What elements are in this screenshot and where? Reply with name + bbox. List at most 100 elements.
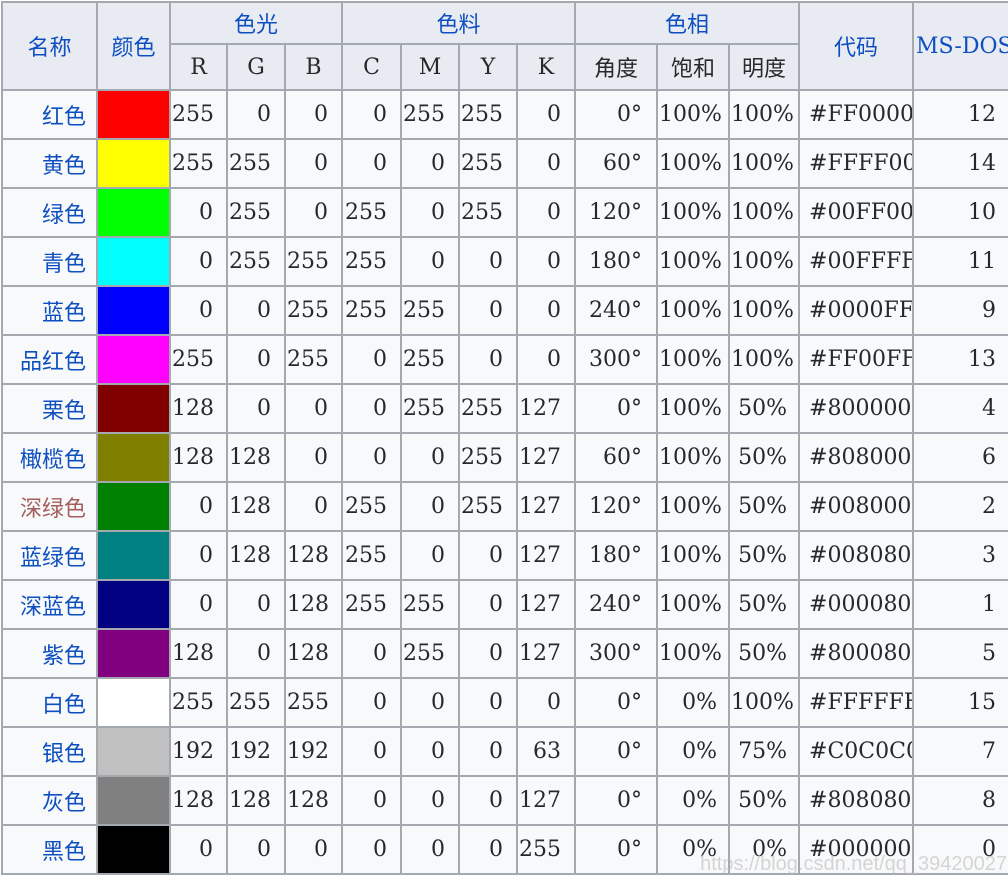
- color-name-link[interactable]: 栗色: [2, 384, 97, 433]
- color-name-link[interactable]: 银色: [2, 727, 97, 776]
- hex-code-value: #FF00FF: [799, 335, 913, 384]
- color-swatch: [97, 580, 170, 629]
- lightness-value: 100%: [729, 678, 799, 727]
- hue-angle-value: 240°: [575, 286, 657, 335]
- color-swatch: [97, 286, 170, 335]
- header-color[interactable]: 颜色: [97, 2, 170, 90]
- table-row: 红色25500025525500°100%100%#FF000012: [2, 90, 1008, 139]
- m-value: 255: [401, 384, 459, 433]
- header-name[interactable]: 名称: [2, 2, 97, 90]
- m-value: 0: [401, 433, 459, 482]
- c-value: 0: [342, 139, 401, 188]
- header-code[interactable]: 代码: [799, 2, 913, 90]
- saturation-value: 0%: [657, 776, 729, 825]
- b-value: 128: [285, 531, 342, 580]
- color-swatch: [97, 629, 170, 678]
- g-value: 255: [227, 139, 285, 188]
- g-value: 255: [227, 188, 285, 237]
- c-value: 0: [342, 384, 401, 433]
- color-name-link[interactable]: 橄榄色: [2, 433, 97, 482]
- y-value: 0: [459, 727, 517, 776]
- color-swatch: [97, 335, 170, 384]
- b-value: 255: [285, 286, 342, 335]
- color-name-link[interactable]: 紫色: [2, 629, 97, 678]
- g-value: 0: [227, 286, 285, 335]
- b-value: 255: [285, 335, 342, 384]
- r-value: 0: [170, 825, 227, 874]
- r-value: 128: [170, 384, 227, 433]
- header-hue-group[interactable]: 色相: [575, 2, 799, 44]
- color-swatch: [97, 188, 170, 237]
- table-row: 蓝色0025525525500240°100%100%#0000FF9: [2, 286, 1008, 335]
- k-value: 0: [517, 286, 575, 335]
- color-name-link[interactable]: 白色: [2, 678, 97, 727]
- c-value: 255: [342, 482, 401, 531]
- color-name-link[interactable]: 蓝绿色: [2, 531, 97, 580]
- table-row: 深蓝色001282552550127240°100%50%#0000801: [2, 580, 1008, 629]
- hue-angle-value: 300°: [575, 335, 657, 384]
- b-value: 0: [285, 825, 342, 874]
- b-value: 255: [285, 237, 342, 286]
- m-value: 0: [401, 727, 459, 776]
- hue-angle-value: 0°: [575, 90, 657, 139]
- hue-angle-value: 300°: [575, 629, 657, 678]
- lightness-value: 75%: [729, 727, 799, 776]
- c-value: 255: [342, 531, 401, 580]
- header-cmyk-group[interactable]: 色料: [342, 2, 575, 44]
- table-row: 绿色0255025502550120°100%100%#00FF0010: [2, 188, 1008, 237]
- msdos-code-value: 10: [913, 188, 1008, 237]
- k-value: 0: [517, 139, 575, 188]
- table-row: 蓝绿色012812825500127180°100%50%#0080803: [2, 531, 1008, 580]
- hex-code-value: #008080: [799, 531, 913, 580]
- g-value: 0: [227, 825, 285, 874]
- color-name-link[interactable]: 黄色: [2, 139, 97, 188]
- r-value: 255: [170, 139, 227, 188]
- table-row: 栗色1280002552551270°100%50%#8000004: [2, 384, 1008, 433]
- m-value: 0: [401, 776, 459, 825]
- color-name-link[interactable]: 蓝色: [2, 286, 97, 335]
- m-value: 255: [401, 580, 459, 629]
- header-saturation: 饱和: [657, 44, 729, 90]
- msdos-code-value: 6: [913, 433, 1008, 482]
- b-value: 192: [285, 727, 342, 776]
- color-name-link[interactable]: 深蓝色: [2, 580, 97, 629]
- hue-angle-value: 0°: [575, 825, 657, 874]
- r-value: 0: [170, 482, 227, 531]
- table-header: 名称 颜色 色光 色料 色相 代码 MS-DOS R G B C M Y K 角…: [2, 2, 1008, 90]
- msdos-code-value: 7: [913, 727, 1008, 776]
- header-msdos[interactable]: MS-DOS: [913, 2, 1008, 90]
- lightness-value: 100%: [729, 188, 799, 237]
- color-name-link[interactable]: 灰色: [2, 776, 97, 825]
- msdos-code-value: 4: [913, 384, 1008, 433]
- msdos-code-value: 13: [913, 335, 1008, 384]
- lightness-value: 50%: [729, 433, 799, 482]
- lightness-value: 50%: [729, 482, 799, 531]
- msdos-code-value: 3: [913, 531, 1008, 580]
- color-name-link[interactable]: 红色: [2, 90, 97, 139]
- color-name-link[interactable]: 青色: [2, 237, 97, 286]
- m-value: 255: [401, 629, 459, 678]
- header-m: M: [401, 44, 459, 90]
- b-value: 128: [285, 580, 342, 629]
- header-rgb-group[interactable]: 色光: [170, 2, 342, 44]
- y-value: 255: [459, 188, 517, 237]
- msdos-code-value: 1: [913, 580, 1008, 629]
- r-value: 255: [170, 90, 227, 139]
- color-name-link[interactable]: 品红色: [2, 335, 97, 384]
- m-value: 255: [401, 90, 459, 139]
- y-value: 255: [459, 433, 517, 482]
- color-name-link[interactable]: 绿色: [2, 188, 97, 237]
- color-swatch: [97, 433, 170, 482]
- b-value: 0: [285, 433, 342, 482]
- table-row: 橄榄色12812800025512760°100%50%#8080006: [2, 433, 1008, 482]
- g-value: 128: [227, 433, 285, 482]
- table-row: 深绿色012802550255127120°100%50%#0080002: [2, 482, 1008, 531]
- lightness-value: 100%: [729, 139, 799, 188]
- color-name-link[interactable]: 深绿色: [2, 482, 97, 531]
- k-value: 63: [517, 727, 575, 776]
- b-value: 255: [285, 678, 342, 727]
- color-name-link[interactable]: 黑色: [2, 825, 97, 874]
- g-value: 192: [227, 727, 285, 776]
- saturation-value: 0%: [657, 727, 729, 776]
- lightness-value: 100%: [729, 90, 799, 139]
